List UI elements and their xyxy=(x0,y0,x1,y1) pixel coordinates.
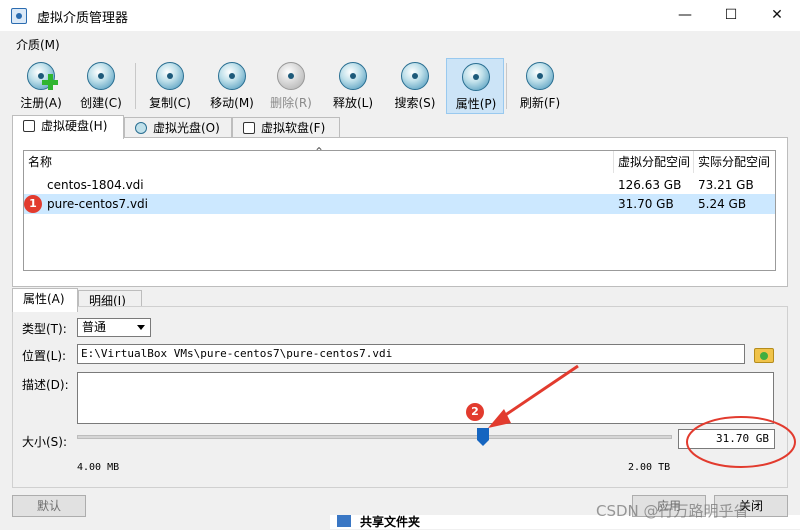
type-select[interactable]: 普通 xyxy=(77,318,151,337)
tab-label: 虚拟软盘(F) xyxy=(261,121,326,135)
refresh-icon xyxy=(526,62,554,90)
properties-disk-icon xyxy=(462,63,490,91)
virtual-size: 31.70 GB xyxy=(618,197,674,211)
table-row-selected[interactable]: pure-centos7.vdi 31.70 GB 5.24 GB xyxy=(24,194,775,214)
toolbar-label: 创建(C) xyxy=(80,96,122,110)
virtual-size: 126.63 GB xyxy=(618,178,682,192)
optical-disk-icon xyxy=(135,122,147,134)
table-row[interactable]: centos-1804.vdi 126.63 GB 73.21 GB xyxy=(24,175,775,195)
toolbar-move-button[interactable]: 移动(M) xyxy=(203,58,261,114)
hard-disk-icon xyxy=(23,120,35,132)
sort-ascending-icon: ⌃ xyxy=(314,145,325,159)
size-field[interactable]: 31.70 GB xyxy=(678,429,775,449)
release-disk-icon xyxy=(339,62,367,90)
toolbar-search-button[interactable]: 搜索(S) xyxy=(386,58,444,114)
tab-label: 虚拟光盘(O) xyxy=(153,121,220,135)
virtualbox-app-icon xyxy=(11,8,27,24)
create-disk-icon xyxy=(87,62,115,90)
location-field[interactable]: E:\VirtualBox VMs\pure-centos7\pure-cent… xyxy=(77,344,745,364)
type-label: 类型(T): xyxy=(22,322,67,336)
reset-button[interactable]: 默认 xyxy=(12,495,86,517)
column-header-virtual-size[interactable]: 虚拟分配空间 xyxy=(614,151,694,173)
disk-name: pure-centos7.vdi xyxy=(47,197,148,211)
annotation-marker-2: 2 xyxy=(466,403,484,421)
move-disk-icon xyxy=(218,62,246,90)
toolbar-label: 搜索(S) xyxy=(394,96,436,110)
delete-disk-icon xyxy=(277,62,305,90)
size-slider-track[interactable] xyxy=(77,435,672,439)
column-header-actual-size[interactable]: 实际分配空间 xyxy=(694,151,775,173)
toolbar-delete-button[interactable]: 删除(R) xyxy=(262,58,320,114)
menu-media[interactable]: 介质(M) xyxy=(16,36,60,53)
toolbar-label: 删除(R) xyxy=(270,96,312,110)
actual-size: 73.21 GB xyxy=(698,178,754,192)
size-label: 大小(S): xyxy=(22,435,68,449)
toolbar-release-button[interactable]: 释放(L) xyxy=(324,58,382,114)
plus-badge-icon xyxy=(42,74,58,90)
toolbar-label: 属性(P) xyxy=(455,97,497,111)
floppy-disk-icon xyxy=(243,122,255,134)
toolbar-label: 复制(C) xyxy=(149,96,191,110)
size-slider-thumb[interactable] xyxy=(477,428,490,446)
tab-label: 属性(A) xyxy=(23,292,65,306)
search-disk-icon xyxy=(401,62,429,90)
choose-location-folder-icon[interactable] xyxy=(752,343,774,365)
toolbar-label: 移动(M) xyxy=(210,96,254,110)
toolbar-copy-button[interactable]: 复制(C) xyxy=(141,58,199,114)
disk-name: centos-1804.vdi xyxy=(47,178,144,192)
tab-hard-disks[interactable]: 虚拟硬盘(H) xyxy=(12,115,124,139)
toolbar-label: 刷新(F) xyxy=(519,96,561,110)
csdn-watermark: CSDN @行万路明乎省 xyxy=(596,502,749,520)
copy-disk-icon xyxy=(156,62,184,90)
tab-floppy-disks[interactable]: 虚拟软盘(F) xyxy=(232,117,340,139)
location-label: 位置(L): xyxy=(22,349,67,363)
media-table[interactable]: 名称 ⌃ 虚拟分配空间 实际分配空间 centos-1804.vdi 126.6… xyxy=(23,145,776,271)
toolbar: 注册(A) 创建(C) 复制(C) 移动(M) 删除(R) 释放(L) 搜索(S) 属性(P)… xyxy=(0,55,800,115)
shared-folders-label: 共享文件夹 xyxy=(360,515,421,529)
description-field[interactable] xyxy=(77,372,774,424)
tab-attributes[interactable]: 属性(A) xyxy=(12,288,78,312)
toolbar-register-button[interactable]: 注册(A) xyxy=(12,58,70,114)
minimize-button[interactable]: — xyxy=(662,0,708,31)
toolbar-refresh-button[interactable]: 刷新(F) xyxy=(511,58,569,114)
toolbar-separator xyxy=(506,63,507,109)
size-min-label: 4.00 MB xyxy=(77,462,120,473)
toolbar-create-button[interactable]: 创建(C) xyxy=(72,58,130,114)
toolbar-separator xyxy=(135,63,136,109)
close-window-button[interactable]: ✕ xyxy=(754,0,800,31)
title-bar: 虚拟介质管理器 — ☐ ✕ xyxy=(0,0,800,31)
annotation-marker-1: 1 xyxy=(24,195,42,213)
menu-bar: 介质(M) xyxy=(0,31,800,55)
tab-label: 虚拟硬盘(H) xyxy=(41,119,108,133)
actual-size: 5.24 GB xyxy=(698,197,747,211)
size-max-label: 2.00 TB xyxy=(628,462,671,473)
toolbar-label: 释放(L) xyxy=(332,96,374,110)
window-title: 虚拟介质管理器 xyxy=(37,11,129,26)
description-label: 描述(D): xyxy=(22,378,69,392)
toolbar-label: 注册(A) xyxy=(20,96,62,110)
shared-folder-icon xyxy=(337,515,351,527)
maximize-button[interactable]: ☐ xyxy=(708,0,754,31)
tab-optical-disks[interactable]: 虚拟光盘(O) xyxy=(124,117,232,139)
toolbar-properties-button[interactable]: 属性(P) xyxy=(446,58,504,114)
